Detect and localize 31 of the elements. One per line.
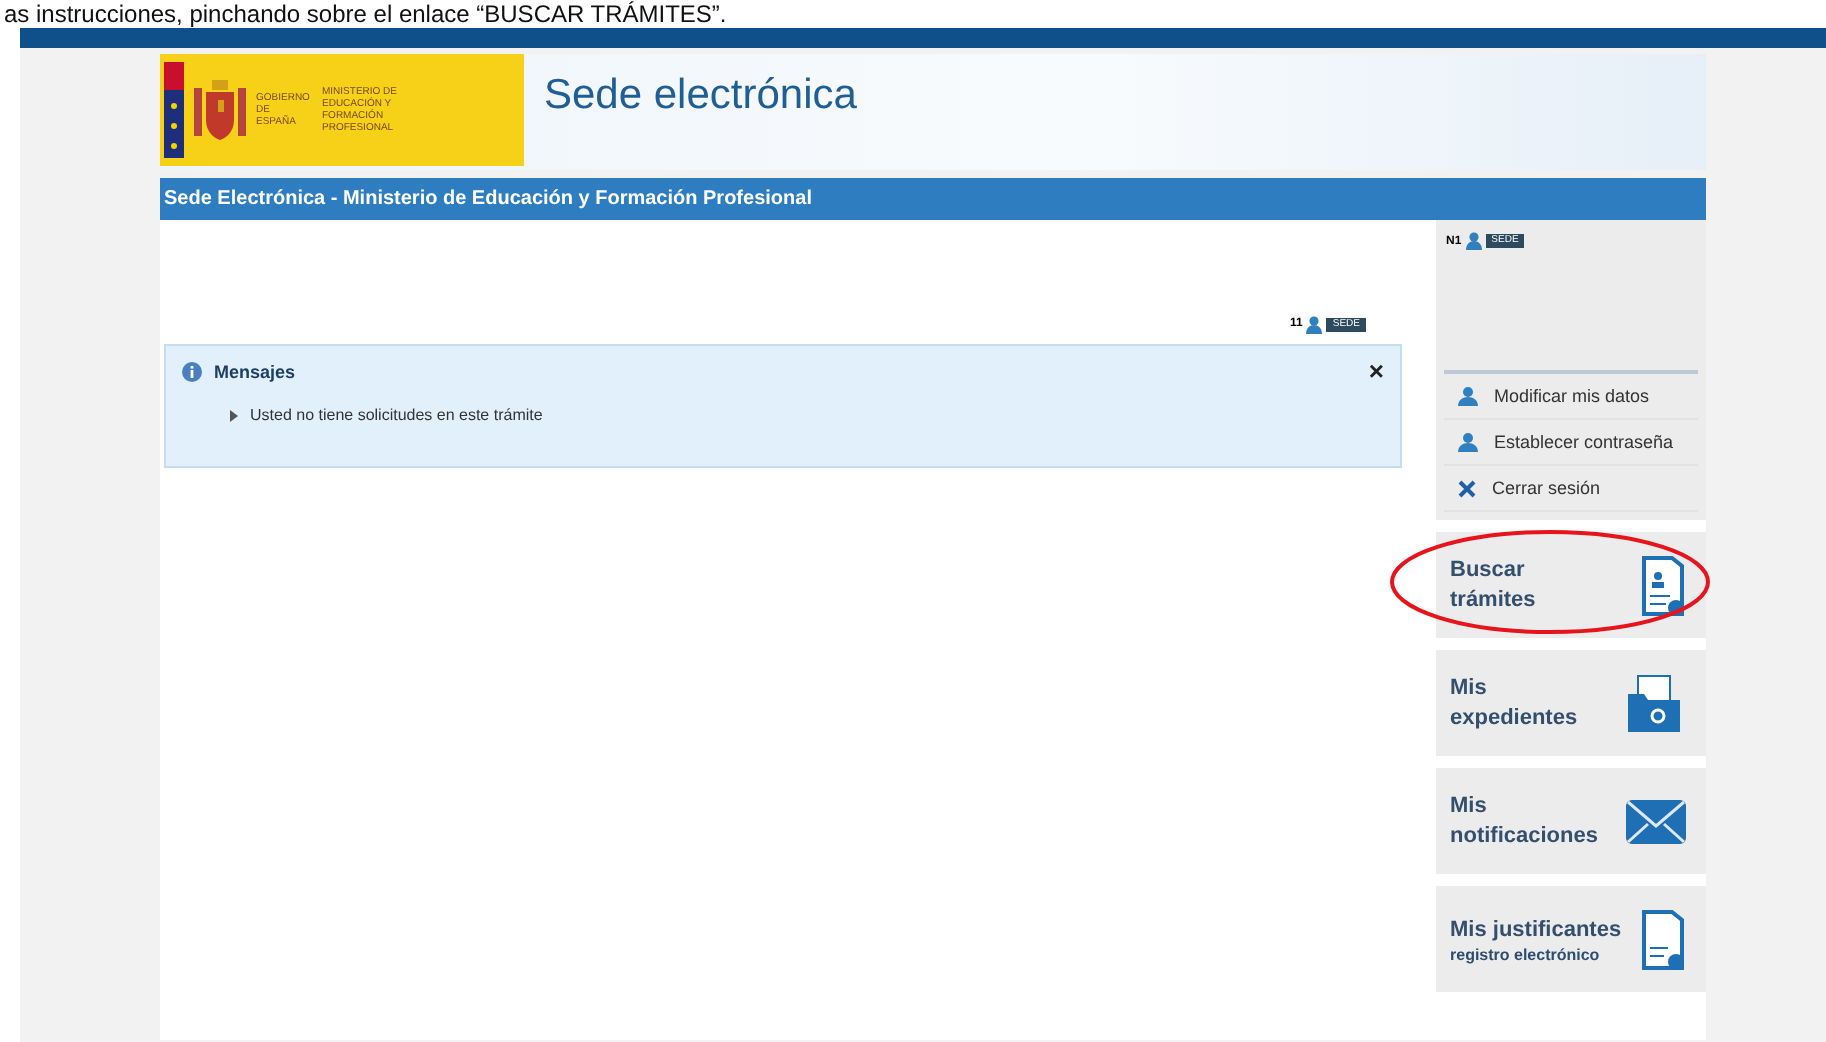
service-tile[interactable]: Buscar trámites — [1436, 532, 1706, 638]
tile-title: Buscar trámites — [1450, 555, 1538, 615]
coat-of-arms-icon — [194, 76, 246, 144]
account-link[interactable]: Establecer contraseña — [1444, 420, 1698, 466]
user-icon — [1465, 232, 1482, 250]
tile-subtitle: registro electrónico — [1450, 945, 1602, 963]
tile-title: Mis justificantes — [1450, 915, 1622, 945]
document-add-icon — [1642, 907, 1686, 971]
account-link[interactable]: Cerrar sesión — [1444, 466, 1698, 512]
service-tile[interactable]: Mis notificaciones — [1436, 768, 1706, 874]
messages-title: Mensajes — [214, 362, 298, 382]
flag-icon — [164, 62, 184, 158]
info-icon — [182, 362, 202, 382]
tile-title: Mis expedientes — [1450, 673, 1580, 733]
user-edit-icon — [1458, 386, 1478, 406]
message-text: Usted no tiene solicitudes en este trámite — [250, 406, 543, 424]
site-title: Sede electrónica — [544, 72, 857, 120]
account-link[interactable]: Modificar mis datos — [1444, 374, 1698, 420]
tile-title: Mis notificaciones — [1450, 791, 1600, 851]
bullet-icon — [230, 409, 238, 421]
folder-search-icon — [1626, 673, 1686, 733]
nav-title: Sede Electrónica - Ministerio de Educación y Formación Profesional — [164, 188, 812, 210]
document-search-icon — [1642, 553, 1686, 617]
envelope-icon — [1626, 799, 1686, 843]
service-tile[interactable]: Mis expedientes — [1436, 650, 1706, 756]
document-text: as instrucciones, pinchando sobre el enlace “BUSCAR TRÁMITES”. — [2, 0, 729, 28]
close-button[interactable]: × — [1368, 362, 1384, 382]
user-edit-icon — [1458, 432, 1478, 452]
service-tile[interactable]: Mis justificantes registro electrónico — [1436, 886, 1706, 992]
close-icon — [1458, 479, 1476, 497]
user-icon — [1306, 315, 1323, 333]
